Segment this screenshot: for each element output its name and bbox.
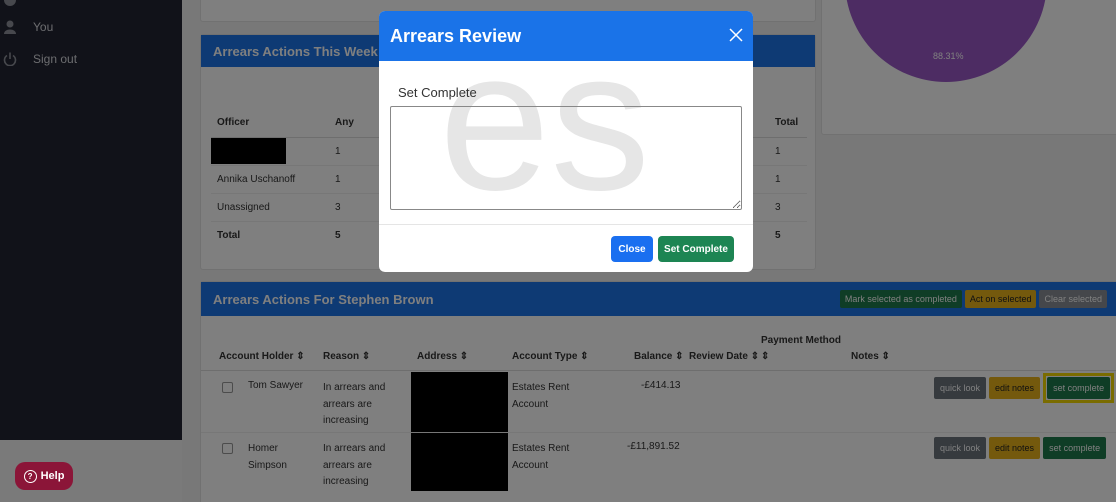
set-complete-textarea[interactable]	[390, 106, 742, 210]
modal-field-label: Set Complete	[398, 85, 477, 100]
help-button[interactable]: ? Help	[15, 462, 73, 490]
help-label: Help	[40, 470, 65, 482]
help-icon: ?	[23, 469, 37, 483]
set-complete-submit-button[interactable]: Set Complete	[658, 236, 734, 262]
modal-title: Arrears Review	[390, 25, 522, 46]
modal-footer-divider	[379, 224, 753, 225]
modal-header: Arrears Review	[379, 11, 753, 61]
close-button[interactable]: Close	[611, 236, 653, 262]
close-icon[interactable]	[729, 26, 743, 42]
arrears-review-modal: es Arrears Review Set Complete Close Set…	[379, 11, 753, 272]
